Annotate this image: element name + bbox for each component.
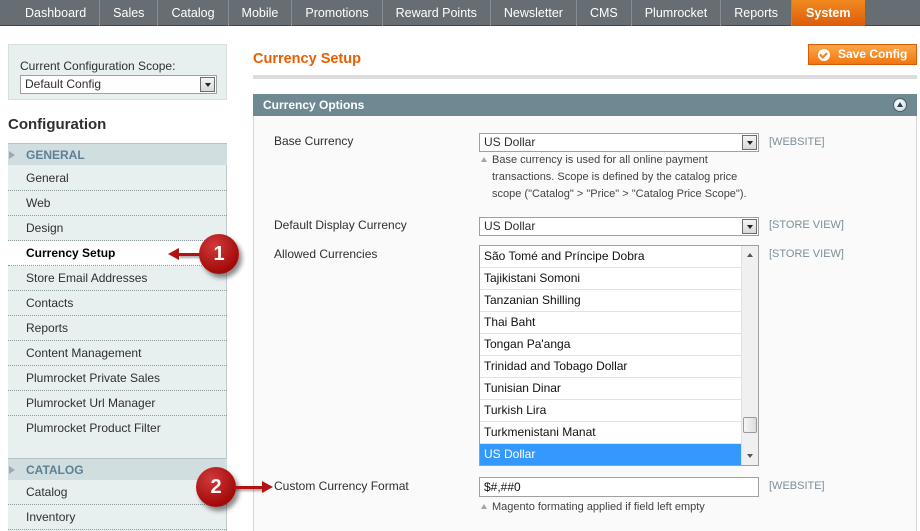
sidebar-item-plumrocket-url-manager[interactable]: Plumrocket Url Manager [8,391,227,416]
note-line: scope ("Catalog" > "Price" > "Catalog Pr… [492,188,747,200]
scope-switcher: Current Configuration Scope: Default Con… [8,44,227,100]
sidebar-item-general[interactable]: General [8,166,227,191]
currency-option[interactable]: Trinidad and Tobago Dollar [480,356,742,378]
currency-option[interactable]: Turkmenistani Manat [480,422,742,444]
nav-plumrocket[interactable]: Plumrocket [632,0,722,26]
chevron-down-icon[interactable] [742,219,757,234]
custom-currency-format-scope: [WEBSITE] [769,480,825,492]
sidebar-item-content-management[interactable]: Content Management [8,341,227,366]
callout-arrow-head-icon [262,481,273,493]
note-line: transactions. Scope is defined by the ca… [492,171,738,183]
chevron-down-icon[interactable] [742,135,757,150]
nav-promotions[interactable]: Promotions [292,0,383,26]
note-triangle-icon [481,157,487,162]
nav-reports[interactable]: Reports [721,0,793,26]
base-currency-scope: [WEBSITE] [769,136,825,148]
currency-option[interactable]: Tunisian Dinar [480,378,742,400]
nav-dashboard[interactable]: Dashboard [12,0,101,26]
scope-label: Current Configuration Scope: [20,59,176,73]
allowed-currencies-multiselect[interactable]: São Tomé and Príncipe Dobra Tajikistani … [479,245,759,466]
title-divider [253,75,917,79]
note-text: Magento formating applied if field left … [492,501,705,513]
currency-option[interactable]: Tanzanian Shilling [480,290,742,312]
page-title: Currency Setup [253,51,361,67]
collapse-icon[interactable] [893,98,907,112]
currency-option[interactable]: São Tomé and Príncipe Dobra [480,246,742,268]
nav-mobile[interactable]: Mobile [229,0,293,26]
sidebar-item-reports[interactable]: Reports [8,316,227,341]
currency-option-selected[interactable]: US Dollar [480,444,742,465]
default-display-currency-select[interactable]: US Dollar [479,217,759,236]
allowed-currencies-scope: [STORE VIEW] [769,248,844,260]
check-icon [818,49,830,61]
currency-option[interactable]: Turkish Lira [480,400,742,422]
currency-option[interactable]: Tongan Pa'anga [480,334,742,356]
sidebar-item-store-email-addresses[interactable]: Store Email Addresses [8,266,227,291]
sidebar-item-catalog[interactable]: Catalog [8,480,227,505]
chevron-down-icon[interactable] [200,77,215,92]
multiselect-scrollbar[interactable] [741,246,758,465]
sidebar-item-web[interactable]: Web [8,191,227,216]
base-currency-label: Base Currency [274,134,354,148]
sidebar-item-plumrocket-product-filter[interactable]: Plumrocket Product Filter [8,416,227,441]
base-currency-note: Base currency is used for all online pay… [481,152,756,203]
scroll-up-icon[interactable] [747,253,753,257]
save-config-button[interactable]: Save Config [808,44,917,65]
sidebar-item-contacts[interactable]: Contacts [8,291,227,316]
save-config-label: Save Config [838,47,908,61]
callout-badge-1: 1 [199,234,239,274]
allowed-currencies-label: Allowed Currencies [274,247,378,261]
nav-sales[interactable]: Sales [100,0,159,26]
sidebar-item-design[interactable]: Design [8,216,227,241]
currency-option[interactable]: Thai Baht [480,312,742,334]
scroll-down-icon[interactable] [747,454,753,458]
default-display-currency-label: Default Display Currency [274,218,407,232]
callout-arrow-line [234,486,264,489]
section-catalog[interactable]: CATALOG [8,458,227,480]
scope-select[interactable]: Default Config [20,75,217,94]
base-currency-select[interactable]: US Dollar [479,133,759,152]
nav-reward-points[interactable]: Reward Points [383,0,491,26]
nav-catalog[interactable]: Catalog [158,0,229,26]
note-triangle-icon [481,504,487,509]
nav-system[interactable]: System [792,0,865,26]
top-nav: Dashboard Sales Catalog Mobile Promotion… [0,0,920,26]
panel-title: Currency Options [263,98,365,112]
nav-newsletter[interactable]: Newsletter [491,0,577,26]
default-display-currency-value: US Dollar [484,219,536,233]
custom-currency-format-input[interactable] [479,477,759,497]
sidebar: GENERAL General Web Design Currency Setu… [8,143,228,531]
custom-currency-format-label: Custom Currency Format [274,479,409,493]
note-line: Base currency is used for all online pay… [492,154,708,166]
sidebar-title: Configuration [8,116,107,133]
sidebar-item-plumrocket-private-sales[interactable]: Plumrocket Private Sales [8,366,227,391]
callout-badge-2: 2 [196,467,236,507]
nav-cms[interactable]: CMS [577,0,632,26]
sidebar-item-inventory[interactable]: Inventory [8,505,227,530]
custom-currency-format-note: Magento formating applied if field left … [481,499,756,516]
currency-option[interactable]: Tajikistani Somoni [480,268,742,290]
section-general[interactable]: GENERAL [8,143,227,165]
default-display-currency-scope: [STORE VIEW] [769,219,844,231]
base-currency-value: US Dollar [484,135,536,149]
currency-options-header[interactable]: Currency Options [253,94,917,116]
scrollbar-thumb[interactable] [743,417,757,433]
scope-select-value: Default Config [25,77,102,91]
